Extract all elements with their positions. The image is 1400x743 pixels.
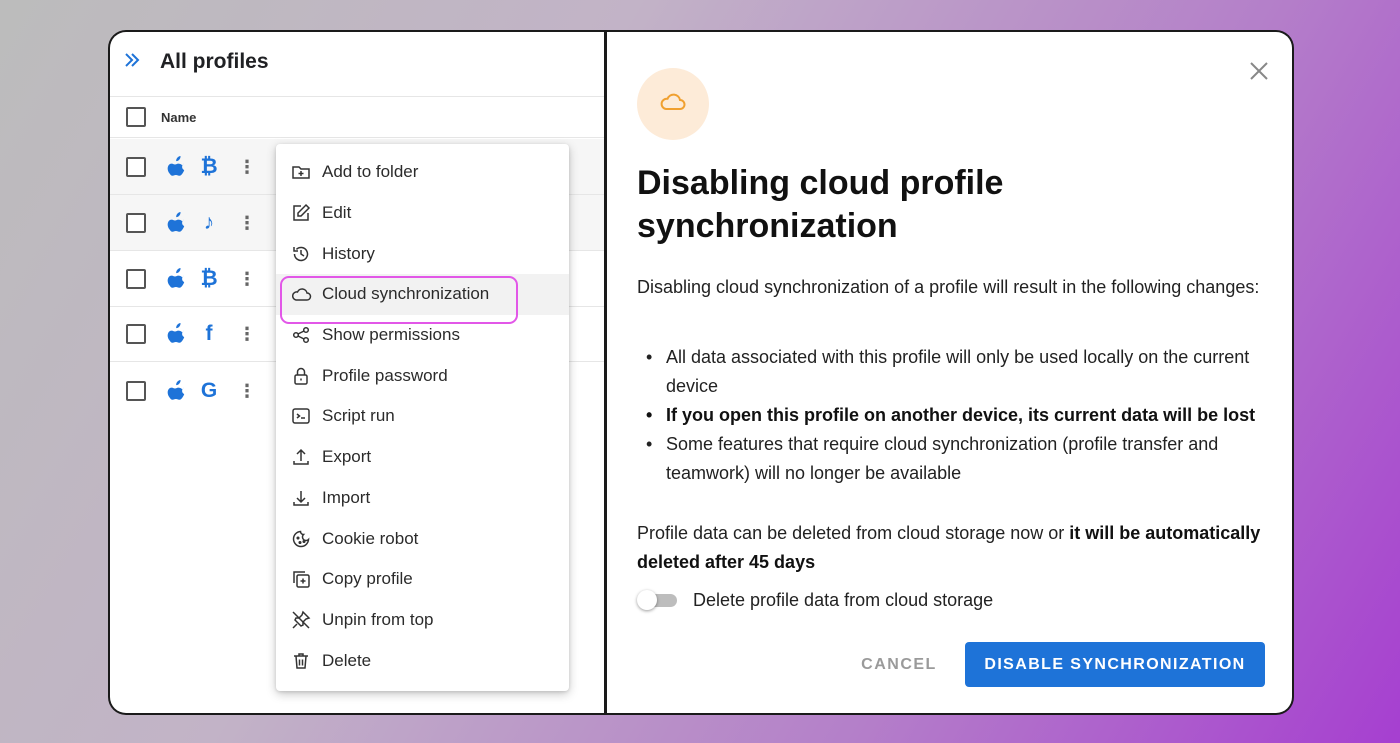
list-item: All data associated with this profile wi…: [637, 343, 1277, 401]
menu-item-label: Add to folder: [322, 162, 419, 182]
apple-icon: [166, 268, 188, 290]
delete-data-toggle[interactable]: [637, 589, 679, 611]
edit-icon: [290, 202, 312, 224]
profile-context-menu: Add to folder Edit History Cloud synchro…: [276, 144, 569, 691]
table-header: Name: [110, 96, 604, 138]
profiles-panel: All profiles Name ₿ ⋮ ♪ ⋮ ₿ ⋮ f ⋮ G ⋮ Ad…: [110, 32, 604, 713]
more-options-icon[interactable]: ⋮: [238, 382, 256, 400]
apple-icon: [166, 211, 188, 234]
menu-item-label: Script run: [322, 406, 395, 426]
upload-icon: [290, 446, 312, 468]
google-icon: G: [200, 379, 218, 402]
menu-item-cookie-robot[interactable]: Cookie robot: [276, 518, 569, 559]
deletion-note: Profile data can be deleted from cloud s…: [637, 519, 1277, 577]
unpin-icon: [290, 609, 312, 631]
menu-item-profile-password[interactable]: Profile password: [276, 355, 569, 396]
menu-item-script-run[interactable]: Script run: [276, 396, 569, 437]
menu-item-label: Cookie robot: [322, 528, 419, 548]
apple-icon: [166, 380, 188, 402]
select-all-checkbox[interactable]: [126, 107, 146, 127]
cookie-icon: [290, 528, 312, 550]
disable-synchronization-button[interactable]: DISABLE SYNCHRONIZATION: [965, 642, 1265, 687]
row-checkbox[interactable]: [126, 381, 146, 401]
row-checkbox[interactable]: [126, 324, 146, 344]
cloud-icon: [658, 89, 688, 120]
note-text: Profile data can be deleted from cloud s…: [637, 523, 1070, 543]
toggle-knob: [637, 590, 657, 610]
menu-item-label: Delete: [322, 650, 372, 670]
cancel-button[interactable]: CANCEL: [847, 644, 951, 686]
menu-item-label: History: [322, 243, 375, 263]
menu-item-import[interactable]: Import: [276, 478, 569, 519]
more-options-icon[interactable]: ⋮: [238, 158, 256, 176]
share-icon: [290, 324, 312, 346]
delete-data-toggle-row: Delete profile data from cloud storage: [637, 589, 993, 611]
row-checkbox[interactable]: [126, 212, 146, 233]
dialog-intro: Disabling cloud synchronization of a pro…: [637, 277, 1260, 297]
menu-item-unpin-from-top[interactable]: Unpin from top: [276, 600, 569, 641]
close-icon[interactable]: [1248, 60, 1270, 82]
menu-item-delete[interactable]: Delete: [276, 640, 569, 681]
history-icon: [290, 243, 312, 265]
menu-item-export[interactable]: Export: [276, 437, 569, 478]
double-chevron-right-icon[interactable]: [122, 50, 142, 74]
menu-item-label: Edit: [322, 203, 352, 223]
menu-item-edit[interactable]: Edit: [276, 193, 569, 234]
cloud-badge: [637, 68, 709, 140]
toggle-label: Delete profile data from cloud storage: [693, 589, 994, 610]
menu-item-label: Import: [322, 487, 371, 507]
more-options-icon[interactable]: ⋮: [238, 214, 256, 232]
column-header-name: Name: [161, 109, 197, 125]
menu-item-add-to-folder[interactable]: Add to folder: [276, 152, 569, 193]
bitcoin-icon: ₿: [200, 154, 218, 178]
row-checkbox[interactable]: [126, 156, 146, 177]
more-options-icon[interactable]: ⋮: [238, 270, 256, 288]
apple-icon: [166, 155, 188, 178]
tiktok-icon: ♪: [203, 210, 215, 234]
download-icon: [290, 487, 312, 509]
more-options-icon[interactable]: ⋮: [238, 325, 256, 343]
dialog-title: Disabling cloud profile synchronization: [637, 164, 1004, 245]
page-title: All profiles: [160, 50, 269, 73]
folder-add-icon: [290, 161, 312, 183]
cloud-icon: [290, 283, 312, 305]
lock-icon: [290, 365, 312, 387]
menu-item-label: Cloud synchronization: [322, 284, 490, 304]
menu-item-copy-profile[interactable]: Copy profile: [276, 559, 569, 600]
menu-item-label: Show permissions: [322, 325, 460, 345]
app-window: All profiles Name ₿ ⋮ ♪ ⋮ ₿ ⋮ f ⋮ G ⋮ Ad…: [108, 30, 1294, 715]
apple-icon: [166, 323, 188, 345]
menu-item-label: Unpin from top: [322, 609, 434, 629]
trash-icon: [290, 650, 312, 672]
row-checkbox[interactable]: [126, 269, 146, 289]
terminal-icon: [290, 405, 312, 427]
menu-item-label: Profile password: [322, 365, 448, 385]
menu-item-history[interactable]: History: [276, 233, 569, 274]
disable-sync-dialog: Disabling cloud profile synchronization …: [607, 32, 1292, 713]
list-item: Some features that require cloud synchro…: [637, 430, 1277, 488]
profiles-header: All profiles: [122, 50, 269, 74]
copy-icon: [290, 568, 312, 590]
bitcoin-icon: ₿: [200, 267, 218, 290]
list-item: If you open this profile on another devi…: [637, 401, 1277, 430]
menu-item-show-permissions[interactable]: Show permissions: [276, 315, 569, 356]
facebook-icon: f: [205, 322, 213, 345]
menu-item-label: Copy profile: [322, 569, 413, 589]
consequences-list: All data associated with this profile wi…: [637, 343, 1277, 488]
menu-item-label: Export: [322, 447, 372, 467]
menu-item-cloud-synchronization[interactable]: Cloud synchronization: [276, 274, 569, 324]
